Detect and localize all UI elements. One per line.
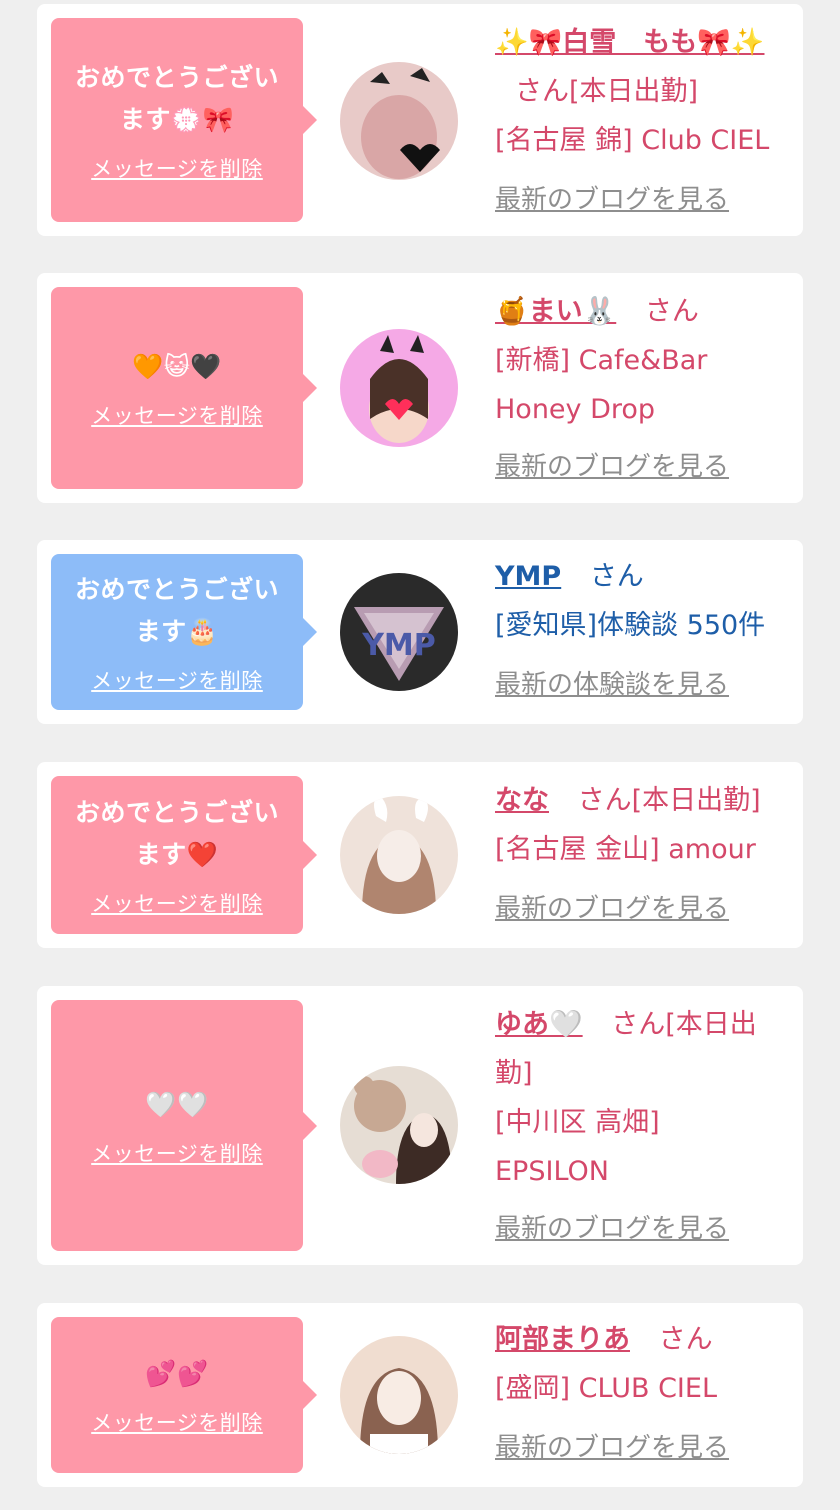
profile-name-link[interactable]: 🍯まい🐰 <box>495 296 616 327</box>
message-card: おめでとうございます❤️ メッセージを削除 なな さん[本日出勤] [名古屋 金… <box>37 762 803 948</box>
message-text: おめでとうございます💮🎀 <box>74 63 279 134</box>
message-bubble: おめでとうございます🎂 メッセージを削除 <box>51 554 317 710</box>
honorific: さん <box>589 561 644 592</box>
delete-message-link[interactable]: メッセージを削除 <box>91 153 263 183</box>
profile-name-link[interactable]: なな <box>495 785 549 816</box>
shop-info: [新橋] Cafe&Bar Honey Drop <box>495 345 708 425</box>
shop-info: [中川区 高畑] EPSILON <box>495 1107 660 1187</box>
message-text: おめでとうございます❤️ <box>74 798 279 869</box>
profile-info: なな さん[本日出勤] [名古屋 金山] amour 最新のブログを見る <box>495 776 785 934</box>
svg-text:YMP: YMP <box>361 628 436 663</box>
delete-message-link[interactable]: メッセージを削除 <box>91 1407 263 1437</box>
profile-info: YMP さん [愛知県]体験談 550件 最新の体験談を見る <box>495 552 785 710</box>
message-card: おめでとうございます💮🎀 メッセージを削除 ✨🎀白雪 もも🎀✨ さん[本日出勤]… <box>37 4 803 236</box>
message-bubble: おめでとうございます❤️ メッセージを削除 <box>51 776 317 934</box>
message-text: おめでとうございます🎂 <box>74 575 279 646</box>
delete-message-link[interactable]: メッセージを削除 <box>91 665 263 695</box>
latest-blog-link[interactable]: 最新のブログを見る <box>495 885 729 934</box>
profile-info: 🍯まい🐰 さん [新橋] Cafe&Bar Honey Drop 最新のブログを… <box>495 287 785 492</box>
profile-name-link[interactable]: YMP <box>495 561 561 592</box>
profile-name-link[interactable]: 阿部まりあ <box>495 1324 630 1355</box>
avatar[interactable] <box>340 1336 458 1454</box>
message-card: 💕💕 メッセージを削除 阿部まりあ さん [盛岡] CLUB CIEL 最新のブ… <box>37 1303 803 1487</box>
avatar[interactable] <box>340 62 458 180</box>
message-text: 💕💕 <box>145 1359 209 1388</box>
message-bubble: 🤍🤍 メッセージを削除 <box>51 1000 317 1251</box>
profile-name-link[interactable]: ✨🎀白雪 もも🎀✨ <box>495 27 764 58</box>
profile-info: ゆあ🤍 さん[本日出勤] [中川区 高畑] EPSILON 最新のブログを見る <box>495 1000 785 1254</box>
latest-experience-link[interactable]: 最新の体験談を見る <box>495 661 729 710</box>
avatar[interactable]: YMP <box>340 573 458 691</box>
message-bubble: おめでとうございます💮🎀 メッセージを削除 <box>51 18 317 222</box>
message-card: おめでとうございます🎂 メッセージを削除 YMP YMP さん [愛知県]体験談… <box>37 540 803 724</box>
shop-info: [盛岡] CLUB CIEL <box>495 1373 717 1404</box>
delete-message-link[interactable]: メッセージを削除 <box>91 400 263 430</box>
message-bubble: 🧡😺🖤 メッセージを削除 <box>51 287 317 489</box>
avatar[interactable] <box>340 1066 458 1184</box>
delete-message-link[interactable]: メッセージを削除 <box>91 1138 263 1168</box>
profile-info: ✨🎀白雪 もも🎀✨ さん[本日出勤] [名古屋 錦] Club CIEL 最新の… <box>495 18 785 225</box>
honorific: さん[本日出勤] <box>515 76 699 107</box>
shop-info: [愛知県]体験談 550件 <box>495 610 766 641</box>
delete-message-link[interactable]: メッセージを削除 <box>91 888 263 918</box>
message-card: 🤍🤍 メッセージを削除 ゆあ🤍 さん[本日出勤] [中川区 高畑] EPSILO… <box>37 986 803 1265</box>
message-bubble: 💕💕 メッセージを削除 <box>51 1317 317 1473</box>
message-card: 🧡😺🖤 メッセージを削除 🍯まい🐰 さん [新橋] Cafe&Bar Honey… <box>37 273 803 503</box>
avatar[interactable] <box>340 329 458 447</box>
honorific: さん[本日出勤] <box>577 785 761 816</box>
latest-blog-link[interactable]: 最新のブログを見る <box>495 1424 729 1473</box>
honorific: さん <box>658 1324 713 1355</box>
latest-blog-link[interactable]: 最新のブログを見る <box>495 1205 729 1254</box>
profile-info: 阿部まりあ さん [盛岡] CLUB CIEL 最新のブログを見る <box>495 1315 785 1473</box>
latest-blog-link[interactable]: 最新のブログを見る <box>495 443 729 492</box>
honorific: さん <box>644 296 699 327</box>
message-text: 🤍🤍 <box>145 1089 209 1119</box>
latest-blog-link[interactable]: 最新のブログを見る <box>495 176 729 225</box>
avatar[interactable] <box>340 796 458 914</box>
shop-info: [名古屋 錦] Club CIEL <box>495 125 770 156</box>
shop-info: [名古屋 金山] amour <box>495 834 756 865</box>
profile-name-link[interactable]: ゆあ🤍 <box>495 1009 583 1040</box>
message-text: 🧡😺🖤 <box>132 352 222 381</box>
